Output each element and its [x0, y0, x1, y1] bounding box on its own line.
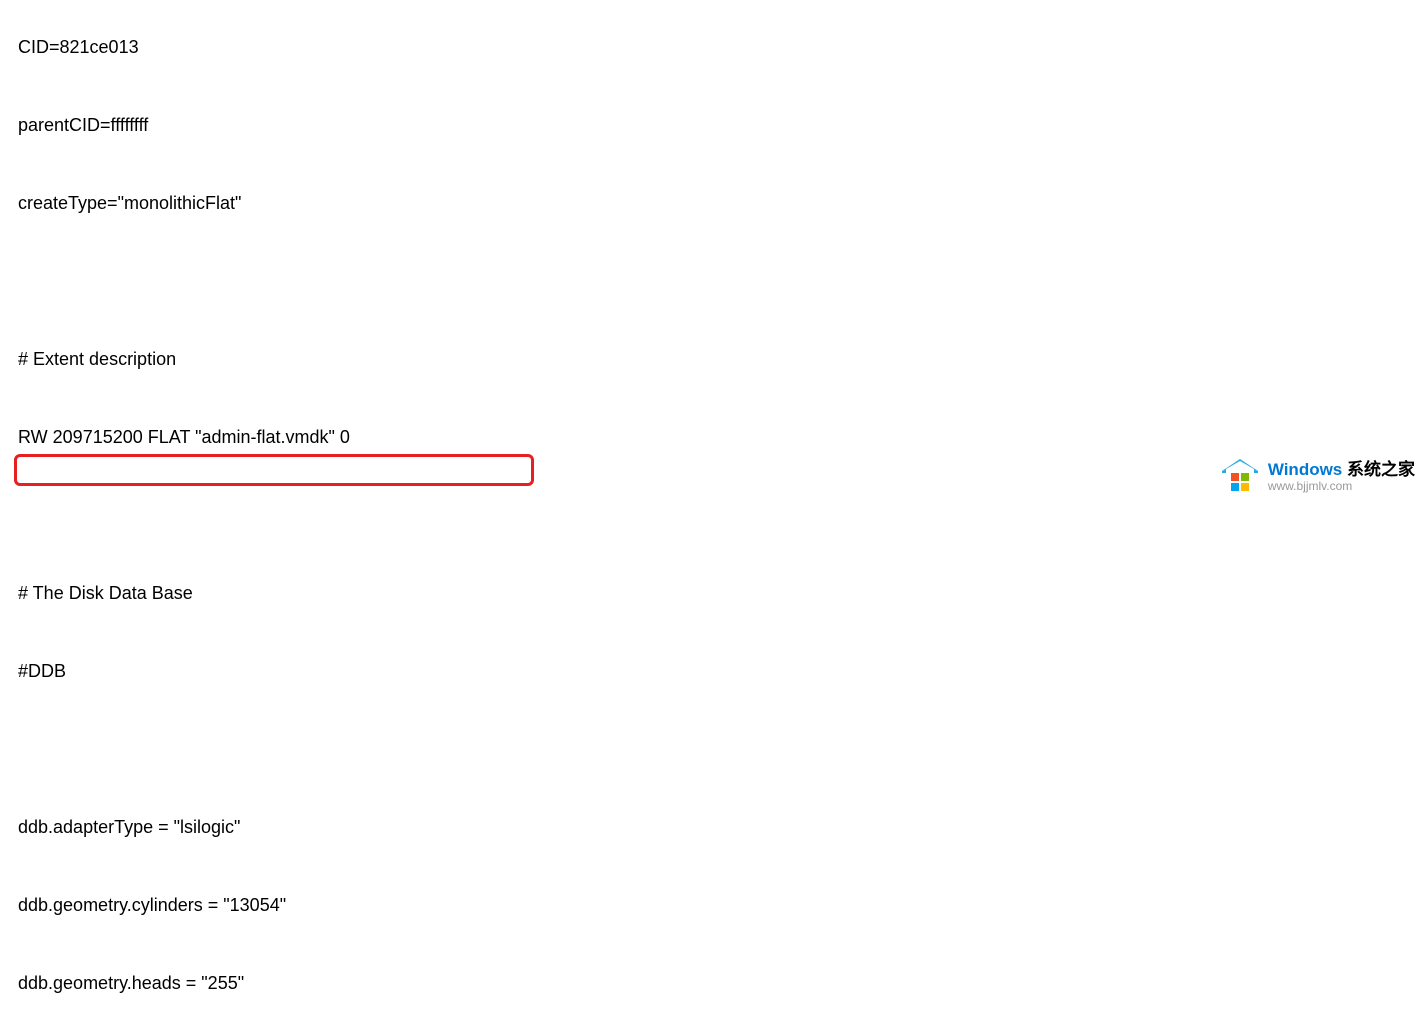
text-line: ddb.geometry.heads = "255" [18, 970, 1407, 996]
text-line: # Extent description [18, 346, 1407, 372]
text-line: ddb.geometry.cylinders = "13054" [18, 892, 1407, 918]
watermark-title-blue: Windows [1268, 460, 1342, 479]
text-line [18, 736, 1407, 762]
text-line [18, 502, 1407, 528]
text-line: ddb.adapterType = "lsilogic" [18, 814, 1407, 840]
text-line: #DDB [18, 658, 1407, 684]
text-line: CID=821ce013 [18, 34, 1407, 60]
watermark-title: Windows 系统之家 [1268, 461, 1415, 480]
watermark: Windows 系统之家 www.bjjmlv.com [1220, 457, 1415, 497]
text-line: RW 209715200 FLAT "admin-flat.vmdk" 0 [18, 424, 1407, 450]
text-line: parentCID=ffffffff [18, 112, 1407, 138]
vmdk-descriptor-text: CID=821ce013 parentCID=ffffffff createTy… [0, 0, 1425, 1010]
text-line: createType="monolithicFlat" [18, 190, 1407, 216]
windows-house-icon [1220, 457, 1260, 497]
watermark-text: Windows 系统之家 www.bjjmlv.com [1268, 461, 1415, 493]
text-line [18, 268, 1407, 294]
text-line: # The Disk Data Base [18, 580, 1407, 606]
watermark-title-black: 系统之家 [1342, 460, 1415, 479]
watermark-url: www.bjjmlv.com [1268, 480, 1415, 493]
